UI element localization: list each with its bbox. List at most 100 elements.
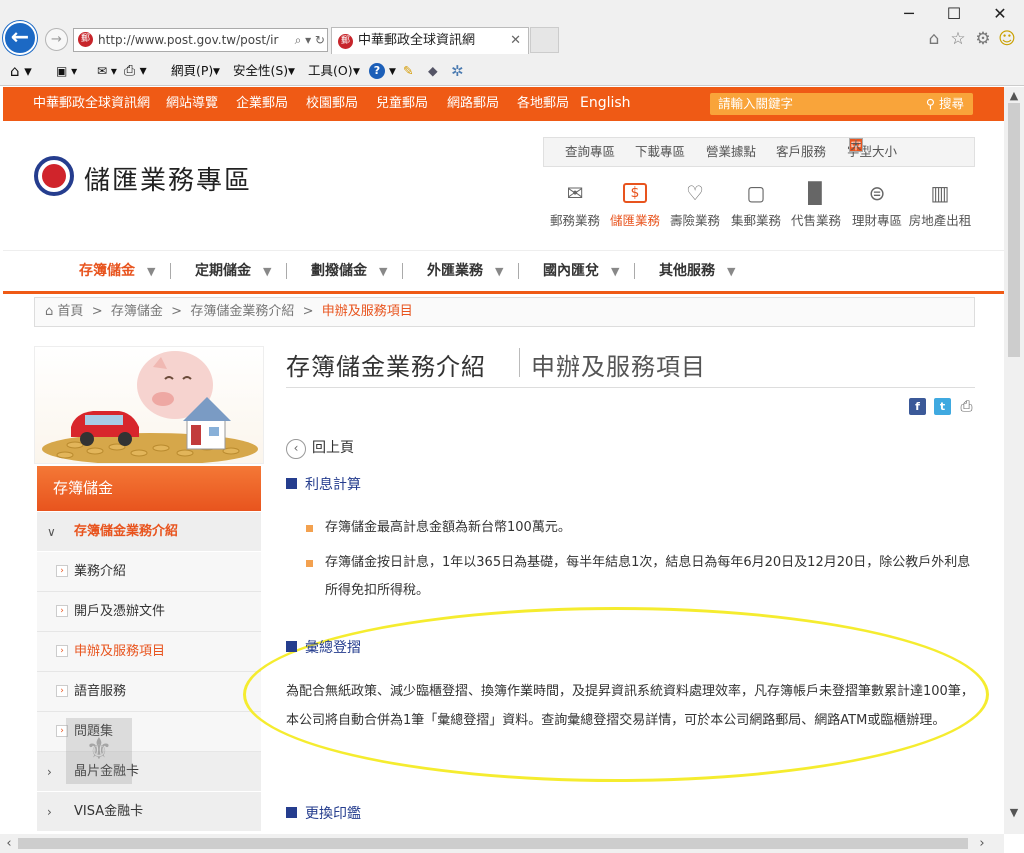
topbar-link-sitemap[interactable]: 網站導覽 [166,87,218,120]
font-size-large[interactable]: 大 [849,138,863,152]
nav-giro[interactable]: 劃撥儲金 ▼ [311,260,387,280]
nav-time-deposit[interactable]: 定期儲金 ▼ [195,260,271,280]
list-item-text: 存簿儲金按日計息，1年以365日為基礎，每半年結息1次，結息日為每年6月20日及… [325,555,971,598]
rss-feed-icon[interactable]: ▣ ▾ [56,59,77,83]
breadcrumb-item[interactable]: 存簿儲金 [111,304,163,319]
favorites-star-icon[interactable]: ☆ [947,28,969,50]
section-heading-label: 利息計算 [305,477,361,493]
sidebar-item-passbook-intro[interactable]: ∨ 存簿儲金業務介紹 [37,512,261,552]
menu-safety[interactable]: 安全性(S) [233,59,288,83]
piggy-bank-illustration [42,351,258,463]
menu-safety-chevron-icon: ▼ [288,67,295,77]
service-insurance-label: 壽險業務 [669,213,720,228]
tab-favicon-icon: 郵 [338,34,353,49]
vertical-scroll-thumb[interactable] [1008,103,1020,357]
menu-tools[interactable]: 工具(O) [308,59,353,83]
bullet-icon [306,525,313,532]
post-logo-icon[interactable] [34,156,74,196]
addon-tool-icon[interactable]: ✎ [403,59,413,83]
sidebar-item-business-intro[interactable]: › 業務介紹 [37,552,261,592]
scroll-left-icon[interactable]: ‹ [3,836,15,851]
help-chevron-icon: ▼ [389,67,396,77]
service-stamps[interactable]: ▢ 集郵業務 [723,180,789,229]
scroll-right-icon[interactable]: › [976,836,988,851]
menu-page[interactable]: 網頁(P) [171,59,213,83]
list-item-text: 存簿儲金最高計息金額為新台幣100萬元。 [325,520,571,535]
new-tab-button[interactable] [530,27,559,53]
service-postal[interactable]: ✉ 郵務業務 [542,180,608,229]
service-finance-label: 理財專區 [851,213,902,228]
minimize-icon[interactable]: ─ [899,4,919,24]
nav-remittance-label: 國內匯兌 [543,263,599,279]
util-link-service[interactable]: 客戶服務 [776,138,826,166]
settings-gear-icon[interactable]: ⚙ [972,28,994,50]
back-button[interactable]: ‹ 回上頁 [286,437,354,459]
main-nav: 存簿儲金 ▼ 定期儲金 ▼ 劃撥儲金 ▼ 外匯業務 ▼ 國內匯兌 ▼ 其他服務 ▼ [3,250,1020,294]
tab-close-icon[interactable]: ✕ [510,28,521,54]
address-controls-icon[interactable]: ⌕ ▾ ↻ [291,29,325,51]
smiley-feedback-icon[interactable]: ☺ [996,28,1018,50]
address-bar[interactable]: 郵 http://www.post.gov.tw/post/ir ⌕ ▾ ↻ [73,28,328,52]
topbar-link-english[interactable]: English [580,87,631,120]
close-window-icon[interactable]: ✕ [990,4,1010,24]
topbar-link-home[interactable]: 中華郵政全球資訊網 [33,87,150,120]
topbar-link-campus[interactable]: 校園郵局 [306,87,358,120]
topbar-link-kids[interactable]: 兒童郵局 [376,87,428,120]
breadcrumb-separator: > [91,304,103,319]
sidebar-title[interactable]: 存簿儲金 [37,466,261,511]
section-heading-label: 更換印鑑 [305,806,361,822]
nav-forex-label: 外匯業務 [427,263,483,279]
maximize-icon[interactable]: ☐ [944,4,964,24]
sidebar-item-account-docs[interactable]: › 開戶及憑辦文件 [37,592,261,632]
nav-forex[interactable]: 外匯業務 ▼ [427,260,503,280]
mail-icon[interactable]: ✉ ▾ [97,59,117,83]
nav-other[interactable]: 其他服務 ▼ [659,260,735,280]
sidebar-item-services[interactable]: › 申辦及服務項目 [37,632,261,672]
square-bullet-icon [286,478,297,489]
addon-link-icon[interactable]: ◆ [428,59,438,83]
page-subtitle: 申辦及服務項目 [531,353,706,381]
back-arrow-icon[interactable]: ← [3,21,37,55]
chevron-left-icon: ‹ [286,439,306,459]
print-icon[interactable]: ⎙ ▾ [124,59,147,83]
util-link-query[interactable]: 查詢專區 [565,138,615,166]
nav-passbook[interactable]: 存簿儲金 ▼ [79,260,155,280]
home-toolbar-icon[interactable]: ⌂ ▾ [10,59,32,83]
envelope-icon: ✉ [566,181,584,205]
service-savings[interactable]: $ 儲匯業務 [602,180,668,229]
scroll-down-icon[interactable]: ▼ [1006,806,1022,819]
sidebar-item-visa-card[interactable]: › VISA金融卡 [37,792,261,832]
topbar-link-ipost[interactable]: 網路郵局 [447,87,499,120]
util-link-download[interactable]: 下載專區 [635,138,685,166]
title-underline [286,387,975,388]
print-page-icon[interactable]: ⎙ [958,398,975,415]
service-finance[interactable]: ⊜ 理財專區 [844,180,910,229]
help-icon[interactable]: ? [369,63,385,79]
bag-icon: ▉ [808,181,824,205]
scroll-up-icon[interactable]: ▲ [1006,89,1022,102]
horizontal-scroll-thumb[interactable] [18,838,968,849]
breadcrumb-item[interactable]: 存簿儲金業務介紹 [190,304,294,319]
site-title[interactable]: 儲匯業務專區 [84,160,252,197]
site-search-input[interactable]: 請輸入關鍵字 ⚲ 搜尋 [710,93,973,115]
forward-arrow-icon[interactable]: → [45,28,68,51]
facebook-icon[interactable]: f [909,398,926,415]
chevron-down-icon: ∨ [47,525,56,539]
service-realestate[interactable]: ▥ 房地產出租 [907,180,973,229]
site-favicon-icon: 郵 [78,32,93,47]
nav-remittance[interactable]: 國內匯兌 ▼ [543,260,619,280]
breadcrumb-home[interactable]: 首頁 [57,304,83,319]
nav-divider [170,263,171,279]
topbar-link-branches[interactable]: 各地郵局 [517,87,569,120]
service-insurance[interactable]: ♡ 壽險業務 [662,180,728,229]
sidebar-item-voice[interactable]: › 語音服務 [37,672,261,712]
service-agency[interactable]: ▉ 代售業務 [783,180,849,229]
util-link-branches[interactable]: 營業據點 [706,138,756,166]
topbar-link-enterprise[interactable]: 企業郵局 [236,87,288,120]
addon-gear-icon[interactable]: ✲ [451,59,464,83]
home-icon[interactable]: ⌂ [923,28,945,50]
twitter-icon[interactable]: t [934,398,951,415]
nav-time-deposit-label: 定期儲金 [195,263,251,279]
search-button[interactable]: ⚲ 搜尋 [926,93,964,114]
browser-tab[interactable]: 郵 中華郵政全球資訊網 ✕ [331,27,529,54]
